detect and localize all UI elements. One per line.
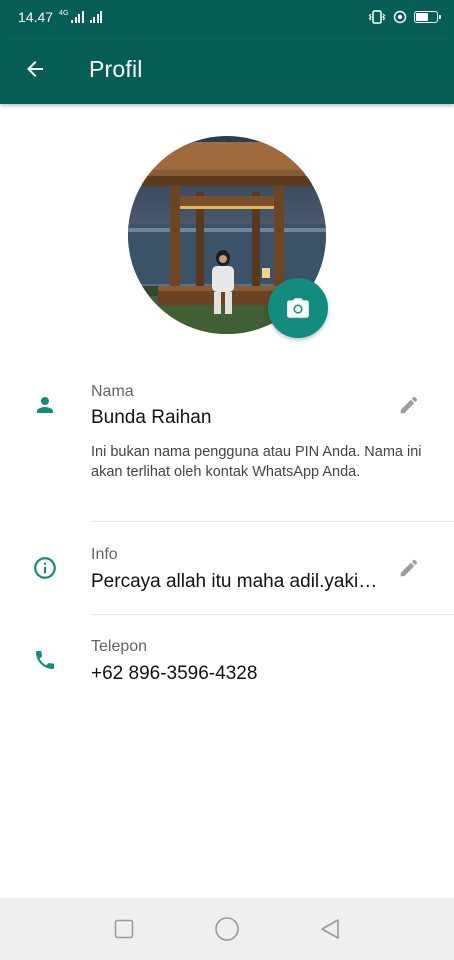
edit-name-button[interactable] xyxy=(396,392,422,418)
change-photo-button[interactable] xyxy=(268,278,328,338)
pencil-icon xyxy=(400,559,418,577)
edit-about-button[interactable] xyxy=(396,555,422,581)
signal-icon xyxy=(71,11,84,23)
battery-icon xyxy=(414,11,441,23)
phone-icon xyxy=(32,647,58,673)
profile-photo-section xyxy=(128,136,328,338)
name-row[interactable]: Nama Bunda Raihan Ini bukan nama penggun… xyxy=(0,380,454,520)
pencil-icon xyxy=(400,396,418,414)
about-label: Info xyxy=(91,546,118,563)
name-hint: Ini bukan nama pengguna atau PIN Anda. N… xyxy=(91,444,422,480)
about-row[interactable]: Info Percaya allah itu maha adil.yaki… xyxy=(0,543,454,607)
phone-value: +62 896-3596-4328 xyxy=(91,663,258,684)
info-circle-icon xyxy=(32,555,58,581)
status-bar: 14.47 4G xyxy=(0,0,454,34)
phone-row: Telepon +62 896-3596-4328 xyxy=(0,635,454,699)
network-type: 4G xyxy=(59,10,69,17)
camera-icon xyxy=(287,298,309,318)
app-bar: Profil xyxy=(0,34,454,104)
home-button[interactable] xyxy=(207,909,247,949)
back-button[interactable] xyxy=(17,51,53,87)
phone-label: Telepon xyxy=(91,638,148,655)
recents-button[interactable] xyxy=(104,909,144,949)
status-right xyxy=(368,10,441,24)
circle-icon xyxy=(215,917,239,941)
about-value: Percaya allah itu maha adil.yaki… xyxy=(91,571,378,592)
divider xyxy=(91,614,454,615)
system-nav-bar xyxy=(0,898,454,960)
alarm-icon xyxy=(393,10,407,24)
status-time: 14.47 xyxy=(18,9,54,25)
name-label: Nama xyxy=(91,383,134,400)
arrow-left-icon xyxy=(27,61,43,77)
name-value: Bunda Raihan xyxy=(91,407,212,428)
person-icon xyxy=(32,392,58,418)
triangle-back-icon xyxy=(321,919,340,939)
signal-icon-2 xyxy=(89,11,103,23)
square-icon xyxy=(114,919,133,939)
status-left: 14.47 4G xyxy=(18,9,103,25)
vibrate-icon xyxy=(368,10,386,24)
page-title: Profil xyxy=(89,55,143,82)
divider xyxy=(91,521,454,522)
back-nav-button[interactable] xyxy=(310,909,350,949)
